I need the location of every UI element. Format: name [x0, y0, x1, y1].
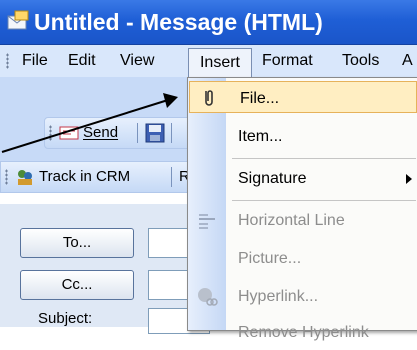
insert-menu-dropdown: File... Item... Signature Horizontal Lin… — [187, 77, 417, 341]
crm-toolbar: Track in CRM R — [0, 161, 202, 193]
menu-format[interactable]: Format — [258, 45, 317, 77]
window-title: Untitled - Message (HTML) — [34, 9, 323, 35]
menu-insert[interactable]: Insert — [188, 48, 252, 78]
menu-item-label: Item... — [238, 128, 283, 145]
menu-item-remove-hyperlink[interactable]: Remove Hyperlink — [188, 316, 417, 350]
menu-item-label: Signature — [238, 170, 307, 187]
menu-item-label: Horizontal Line — [238, 212, 345, 229]
standard-toolbar: Send — [44, 117, 206, 149]
menu-separator — [232, 200, 416, 201]
menu-item-hyperlink[interactable]: Hyperlink... — [188, 280, 417, 314]
toolbar-separator — [137, 123, 138, 143]
menu-separator — [232, 158, 416, 159]
title-bar[interactable]: Untitled - Message (HTML) — [0, 0, 417, 45]
menu-bar: File Edit View Insert Format Tools A — [0, 45, 417, 78]
menu-file[interactable]: File — [18, 45, 52, 77]
menu-item-picture[interactable]: Picture... — [188, 242, 417, 276]
horizontal-line-icon — [199, 214, 215, 229]
toolbar-separator — [171, 167, 172, 187]
message-app-icon — [7, 10, 29, 30]
menu-item-label: File... — [240, 90, 280, 107]
hyperlink-globe-icon — [198, 288, 218, 306]
to-button[interactable]: To... — [20, 228, 134, 258]
menu-item-signature[interactable]: Signature — [188, 162, 417, 196]
toolbar-separator — [171, 123, 172, 143]
menu-item-label: Hyperlink... — [238, 288, 319, 305]
track-in-crm-label: Track in CRM — [39, 168, 131, 185]
send-icon — [59, 126, 79, 140]
track-in-crm-button[interactable]: Track in CRM — [13, 165, 173, 189]
menu-view[interactable]: View — [116, 45, 158, 77]
cc-button[interactable]: Cc... — [20, 270, 134, 300]
menubar-grip[interactable] — [6, 53, 9, 69]
crm-icon — [18, 170, 32, 185]
toolbar-grip[interactable] — [49, 125, 52, 141]
paperclip-icon — [205, 90, 213, 106]
menu-item-horizontal-line[interactable]: Horizontal Line — [188, 204, 417, 238]
menu-item-label: Remove Hyperlink — [238, 324, 369, 341]
menu-actions[interactable]: A — [398, 45, 417, 77]
menu-tools[interactable]: Tools — [338, 45, 383, 77]
menu-edit[interactable]: Edit — [64, 45, 100, 77]
save-icon[interactable] — [145, 123, 165, 143]
toolbar-grip[interactable] — [5, 169, 8, 185]
menu-item-item[interactable]: Item... — [188, 120, 417, 154]
send-button[interactable]: Send — [57, 121, 129, 145]
menu-item-label: Picture... — [238, 250, 302, 267]
subject-label: Subject: — [38, 310, 93, 327]
menu-item-file[interactable]: File... — [189, 81, 417, 113]
submenu-arrow-icon — [406, 174, 412, 184]
send-label: Send — [83, 124, 119, 141]
